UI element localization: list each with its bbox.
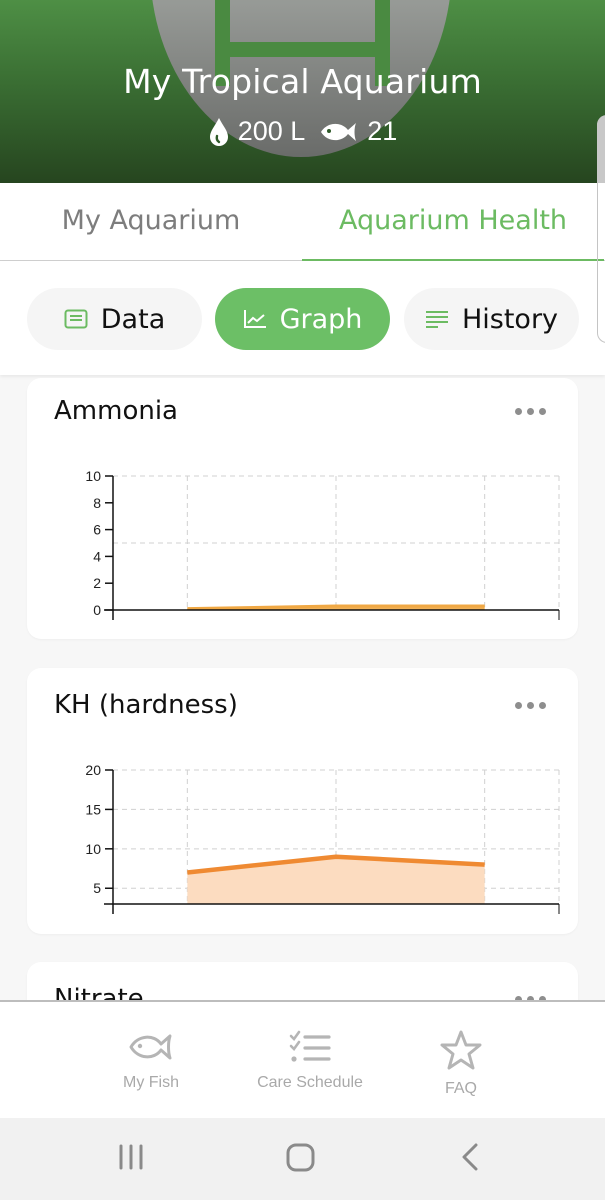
data-card-icon: [64, 309, 88, 329]
app-screen: My Tropical Aquarium 200 L 21 My Aquariu…: [0, 0, 605, 1200]
history-view-button[interactable]: History: [404, 288, 579, 350]
home-icon: [286, 1143, 315, 1172]
graph-view-label: Graph: [279, 303, 363, 335]
fish-count-stat: 21: [319, 116, 397, 147]
fish-icon: [321, 122, 357, 141]
back-button[interactable]: [458, 1142, 484, 1176]
y-tick-label: 15: [85, 801, 101, 817]
star-icon: [440, 1030, 482, 1070]
volume-stat: 200 L: [208, 116, 306, 147]
main-tabs: My Aquarium Aquarium Health: [0, 183, 605, 262]
graph-view-button[interactable]: Graph: [215, 288, 390, 350]
y-tick-label: 0: [93, 602, 101, 618]
checklist-icon: [289, 1030, 331, 1062]
nav-care-schedule-label: Care Schedule: [257, 1074, 363, 1091]
water-drop-icon: [209, 117, 228, 146]
home-button[interactable]: [286, 1142, 316, 1176]
volume-value: 200 L: [237, 116, 306, 146]
y-tick-label: 2: [93, 575, 101, 591]
recent-apps-icon: [119, 1144, 143, 1170]
data-view-label: Data: [100, 303, 166, 335]
side-panel-handle-top: [597, 115, 605, 183]
tab-my-aquarium[interactable]: My Aquarium: [0, 183, 302, 260]
kh-card: KH (hardness) 5 10 15 20: [27, 668, 578, 934]
back-icon: [462, 1143, 478, 1171]
ammonia-card: Ammonia 0 2 4 6 8 10: [27, 378, 578, 639]
fish-count-value: 21: [367, 116, 398, 146]
y-tick-label: 4: [93, 548, 101, 564]
y-tick-label: 8: [93, 495, 101, 511]
aquarium-header: My Tropical Aquarium 200 L 21: [0, 0, 605, 183]
view-toggle-bar: Data Graph History: [0, 261, 605, 375]
nav-my-fish[interactable]: My Fish: [71, 1030, 231, 1092]
ammonia-chart: 0 2 4 6 8 10: [85, 468, 560, 620]
fish-outline-icon: [129, 1034, 172, 1060]
bottom-navigation: My Fish Care Schedule FAQ: [0, 1000, 605, 1118]
aquarium-title: My Tropical Aquarium: [123, 62, 482, 101]
system-navigation-bar: [0, 1118, 605, 1200]
nav-faq[interactable]: FAQ: [381, 1030, 541, 1098]
recent-apps-button[interactable]: [118, 1142, 146, 1176]
tab-aquarium-health[interactable]: Aquarium Health: [302, 183, 604, 262]
data-view-button[interactable]: Data: [27, 288, 202, 350]
y-tick-label: 10: [85, 468, 101, 484]
nav-my-fish-label: My Fish: [123, 1074, 179, 1091]
y-tick-label: 5: [93, 880, 101, 896]
nav-care-schedule[interactable]: Care Schedule: [230, 1030, 390, 1092]
line-chart-icon: [243, 310, 266, 328]
y-tick-label: 10: [85, 841, 101, 857]
history-view-label: History: [461, 303, 559, 335]
nav-faq-label: FAQ: [444, 1080, 477, 1097]
y-tick-label: 20: [85, 762, 101, 778]
kh-chart: 5 10 15 20: [85, 762, 560, 914]
aquarium-stats: 200 L 21: [0, 116, 605, 147]
list-lines-icon: [425, 311, 448, 328]
y-tick-label: 6: [93, 522, 101, 538]
